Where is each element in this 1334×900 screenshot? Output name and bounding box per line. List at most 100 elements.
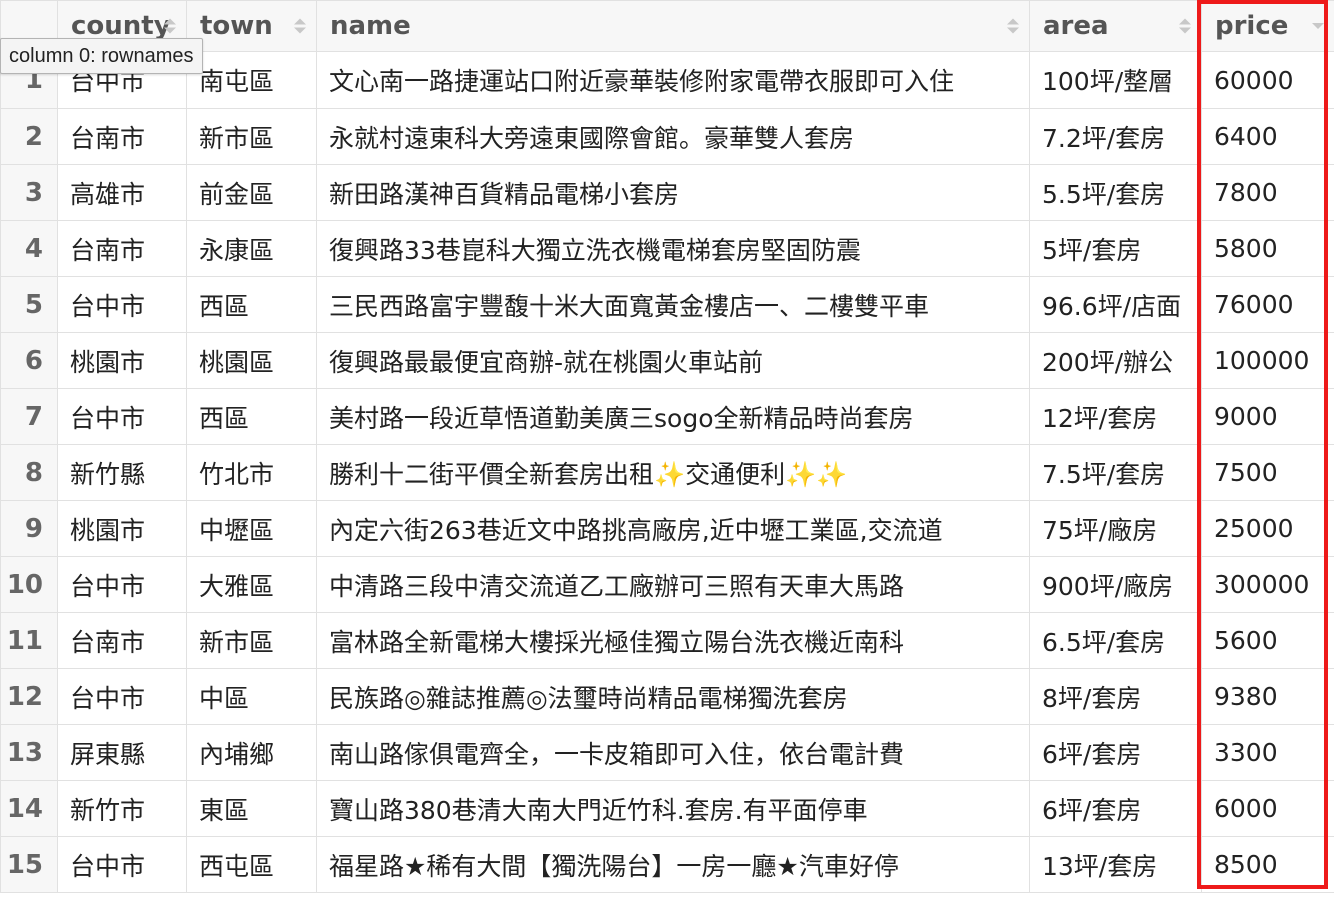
- cell-town: 西區: [186, 388, 317, 445]
- row-number: 5: [0, 276, 58, 333]
- cell-town: 內埔鄉: [186, 724, 317, 781]
- cell-county: 新竹縣: [57, 444, 187, 501]
- cell-county: 屏東縣: [57, 724, 187, 781]
- cell-area: 100坪/整層: [1029, 51, 1202, 109]
- cell-name: 福星路★稀有大間【獨洗陽台】一房一廳★汽車好停: [316, 836, 1030, 893]
- table-row[interactable]: 8 新竹縣 竹北市 勝利十二街平價全新套房出租✨交通便利✨✨ 7.5坪/套房 7500: [0, 444, 1334, 501]
- cell-county: 台南市: [57, 612, 187, 669]
- cell-price: 100000: [1201, 332, 1334, 389]
- table-row[interactable]: 11 台南市 新市區 富林路全新電梯大樓採光極佳獨立陽台洗衣機近南科 6.5坪/套房 56…: [0, 612, 1334, 669]
- cell-price: 300000: [1201, 556, 1334, 613]
- cell-town: 竹北市: [186, 444, 317, 501]
- cell-town: 南屯區: [186, 51, 317, 109]
- table-row[interactable]: 15 台中市 西屯區 福星路★稀有大間【獨洗陽台】一房一廳★汽車好停 13坪/套房 850…: [0, 836, 1334, 893]
- cell-town: 新市區: [186, 108, 317, 165]
- cell-name: 勝利十二街平價全新套房出租✨交通便利✨✨: [316, 444, 1030, 501]
- row-number: 6: [0, 332, 58, 389]
- cell-county: 台南市: [57, 220, 187, 277]
- cell-county: 台中市: [57, 556, 187, 613]
- cell-town: 中壢區: [186, 500, 317, 557]
- cell-area: 96.6坪/店面: [1029, 276, 1202, 333]
- row-number: 3: [0, 164, 58, 221]
- cell-county: 台中市: [57, 276, 187, 333]
- cell-name: 內定六街263巷近文中路挑高廠房,近中壢工業區,交流道: [316, 500, 1030, 557]
- cell-county: 台中市: [57, 836, 187, 893]
- cell-name: 富林路全新電梯大樓採光極佳獨立陽台洗衣機近南科: [316, 612, 1030, 669]
- sort-icon[interactable]: [294, 18, 306, 34]
- cell-price: 5800: [1201, 220, 1334, 277]
- cell-county: 台中市: [57, 388, 187, 445]
- cell-area: 13坪/套房: [1029, 836, 1202, 893]
- cell-area: 5.5坪/套房: [1029, 164, 1202, 221]
- row-number: 12: [0, 668, 58, 725]
- cell-price: 6000: [1201, 780, 1334, 837]
- table-row[interactable]: 12 台中市 中區 民族路◎雜誌推薦◎法璽時尚精品電梯獨洗套房 8坪/套房 9380: [0, 668, 1334, 725]
- header-name[interactable]: name: [316, 0, 1030, 52]
- table-row[interactable]: 9 桃園市 中壢區 內定六街263巷近文中路挑高廠房,近中壢工業區,交流道 75坪/廠房…: [0, 500, 1334, 557]
- cell-price: 6400: [1201, 108, 1334, 165]
- sort-icon[interactable]: [1179, 18, 1191, 34]
- cell-name: 復興路最最便宜商辦-就在桃園火車站前: [316, 332, 1030, 389]
- cell-area: 200坪/辦公: [1029, 332, 1202, 389]
- table-row[interactable]: 7 台中市 西區 美村路一段近草悟道勤美廣三sogo全新精品時尚套房 12坪/套房 900…: [0, 388, 1334, 445]
- table-row[interactable]: 5 台中市 西區 三民西路富宇豐馥十米大面寬黃金樓店一、二樓雙平車 96.6坪/店面 76…: [0, 276, 1334, 333]
- cell-town: 新市區: [186, 612, 317, 669]
- cell-town: 中區: [186, 668, 317, 725]
- table-row[interactable]: 10 台中市 大雅區 中清路三段中清交流道乙工廠辦可三照有天車大馬路 900坪/廠房 30…: [0, 556, 1334, 613]
- row-number: 13: [0, 724, 58, 781]
- cell-name: 三民西路富宇豐馥十米大面寬黃金樓店一、二樓雙平車: [316, 276, 1030, 333]
- cell-name: 寶山路380巷清大南大門近竹科.套房.有平面停車: [316, 780, 1030, 837]
- cell-name: 南山路傢俱電齊全，一卡皮箱即可入住，依台電計費: [316, 724, 1030, 781]
- row-number: 11: [0, 612, 58, 669]
- table-row[interactable]: 13 屏東縣 內埔鄉 南山路傢俱電齊全，一卡皮箱即可入住，依台電計費 6坪/套房 3300: [0, 724, 1334, 781]
- cell-area: 7.5坪/套房: [1029, 444, 1202, 501]
- cell-town: 桃園區: [186, 332, 317, 389]
- sort-icon[interactable]: [1007, 18, 1019, 34]
- cell-area: 7.2坪/套房: [1029, 108, 1202, 165]
- header-town[interactable]: town: [186, 0, 317, 52]
- cell-county: 桃園市: [57, 332, 187, 389]
- row-number: 4: [0, 220, 58, 277]
- cell-price: 8500: [1201, 836, 1334, 893]
- row-number: 14: [0, 780, 58, 837]
- header-name-label: name: [330, 11, 411, 41]
- cell-price: 5600: [1201, 612, 1334, 669]
- cell-town: 西區: [186, 276, 317, 333]
- table-row[interactable]: 14 新竹市 東區 寶山路380巷清大南大門近竹科.套房.有平面停車 6坪/套房 6000: [0, 780, 1334, 837]
- header-area[interactable]: area: [1029, 0, 1202, 52]
- table-row[interactable]: 4 台南市 永康區 復興路33巷崑科大獨立洗衣機電梯套房堅固防震 5坪/套房 5800: [0, 220, 1334, 277]
- table-row[interactable]: 3 高雄市 前金區 新田路漢神百貨精品電梯小套房 5.5坪/套房 7800: [0, 164, 1334, 221]
- cell-price: 9000: [1201, 388, 1334, 445]
- cell-area: 12坪/套房: [1029, 388, 1202, 445]
- cell-town: 永康區: [186, 220, 317, 277]
- sort-icon[interactable]: [164, 18, 176, 34]
- cell-name: 永就村遠東科大旁遠東國際會館。豪華雙人套房: [316, 108, 1030, 165]
- cell-area: 5坪/套房: [1029, 220, 1202, 277]
- cell-area: 6坪/套房: [1029, 724, 1202, 781]
- cell-price: 60000: [1201, 51, 1334, 109]
- data-table: county town name area price 1 台中市 南屯區 文心南一路…: [0, 0, 1334, 893]
- header-price[interactable]: price: [1201, 0, 1334, 52]
- cell-county: 台南市: [57, 108, 187, 165]
- row-number: 15: [0, 836, 58, 893]
- cell-price: 3300: [1201, 724, 1334, 781]
- cell-price: 76000: [1201, 276, 1334, 333]
- cell-name: 中清路三段中清交流道乙工廠辦可三照有天車大馬路: [316, 556, 1030, 613]
- cell-county: 高雄市: [57, 164, 187, 221]
- header-town-label: town: [200, 11, 273, 41]
- cell-area: 6.5坪/套房: [1029, 612, 1202, 669]
- cell-county: 桃園市: [57, 500, 187, 557]
- header-area-label: area: [1043, 11, 1109, 41]
- row-number: 9: [0, 500, 58, 557]
- cell-price: 7800: [1201, 164, 1334, 221]
- row-number: 8: [0, 444, 58, 501]
- row-number: 7: [0, 388, 58, 445]
- table-row[interactable]: 6 桃園市 桃園區 復興路最最便宜商辦-就在桃園火車站前 200坪/辦公 100000: [0, 332, 1334, 389]
- cell-town: 前金區: [186, 164, 317, 221]
- row-number: 10: [0, 556, 58, 613]
- table-row[interactable]: 2 台南市 新市區 永就村遠東科大旁遠東國際會館。豪華雙人套房 7.2坪/套房 6400: [0, 108, 1334, 165]
- cell-county: 新竹市: [57, 780, 187, 837]
- sort-desc-icon[interactable]: [1312, 23, 1324, 29]
- cell-name: 民族路◎雜誌推薦◎法璽時尚精品電梯獨洗套房: [316, 668, 1030, 725]
- cell-name: 新田路漢神百貨精品電梯小套房: [316, 164, 1030, 221]
